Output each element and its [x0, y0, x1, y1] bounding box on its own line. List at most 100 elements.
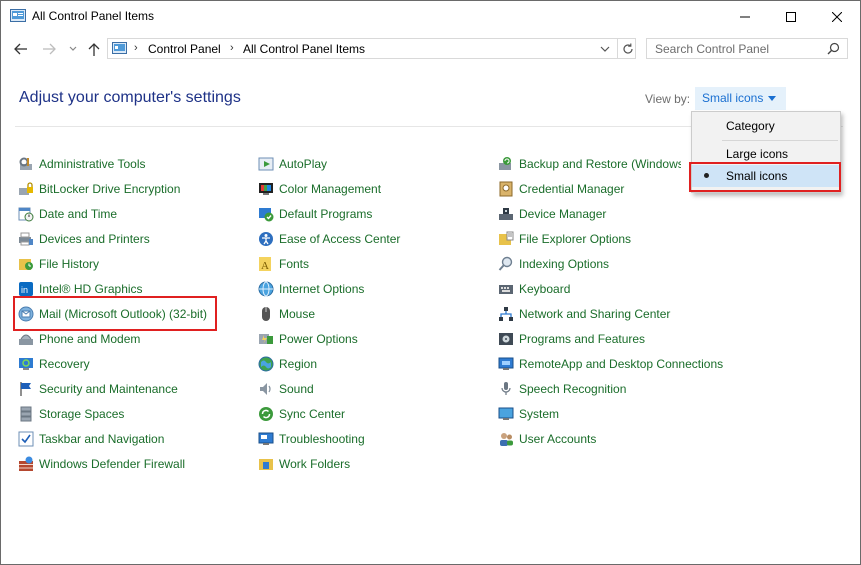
window-title: All Control Panel Items	[32, 9, 155, 23]
fonts-icon: A	[258, 256, 274, 272]
programs-features-icon	[498, 331, 514, 347]
item-backup-and-restore[interactable]: Backup and Restore (Windows 7)	[498, 154, 681, 174]
item-user-accounts[interactable]: User Accounts	[498, 429, 596, 449]
address-bar[interactable]: › Control Panel › All Control Panel Item…	[107, 38, 636, 59]
credential-manager-icon	[498, 181, 514, 197]
control-panel-icon	[112, 42, 127, 54]
back-arrow-icon	[14, 43, 27, 55]
item-fonts[interactable]: A Fonts	[258, 254, 309, 274]
breadcrumb-all-items[interactable]: All Control Panel Items	[243, 42, 365, 56]
item-file-explorer-options[interactable]: File Explorer Options	[498, 229, 631, 249]
close-icon	[832, 11, 842, 22]
svg-text:in: in	[21, 285, 28, 295]
item-storage-spaces[interactable]: Storage Spaces	[18, 404, 124, 424]
default-programs-icon	[258, 206, 274, 222]
ease-of-access-icon	[258, 231, 274, 247]
view-by-value: Small icons	[702, 91, 764, 105]
maximize-button[interactable]	[768, 1, 814, 32]
power-options-icon	[258, 331, 274, 347]
item-date-and-time[interactable]: Date and Time	[18, 204, 117, 224]
close-button[interactable]	[814, 1, 860, 32]
item-system[interactable]: System	[498, 404, 559, 424]
printer-icon	[18, 231, 34, 247]
item-file-history[interactable]: File History	[18, 254, 99, 274]
item-mouse[interactable]: Mouse	[258, 304, 315, 324]
autoplay-icon	[258, 156, 274, 172]
item-sound[interactable]: Sound	[258, 379, 314, 399]
minimize-icon	[740, 16, 750, 17]
network-icon	[498, 306, 514, 322]
back-button[interactable]	[11, 39, 31, 59]
user-accounts-icon	[498, 431, 514, 447]
item-windows-defender-firewall[interactable]: Windows Defender Firewall	[18, 454, 185, 474]
folder-options-icon	[498, 231, 514, 247]
item-work-folders[interactable]: Work Folders	[258, 454, 350, 474]
recent-locations-button[interactable]	[63, 39, 83, 59]
administrative-tools-icon	[18, 156, 34, 172]
title-bar[interactable]: All Control Panel Items	[1, 1, 860, 32]
svg-text:A: A	[261, 260, 269, 272]
flag-icon	[18, 381, 34, 397]
system-icon	[498, 406, 514, 422]
view-option-category[interactable]: Category	[692, 115, 840, 137]
item-devices-and-printers[interactable]: Devices and Printers	[18, 229, 150, 249]
item-default-programs[interactable]: Default Programs	[258, 204, 372, 224]
small-icons-highlight-box	[689, 162, 841, 192]
color-management-icon	[258, 181, 274, 197]
minimize-button[interactable]	[722, 1, 768, 32]
date-time-icon	[18, 206, 34, 222]
item-sync-center[interactable]: Sync Center	[258, 404, 345, 424]
view-by-dropdown[interactable]: Small icons	[695, 87, 786, 110]
item-network-and-sharing-center[interactable]: Network and Sharing Center	[498, 304, 670, 324]
item-bitlocker[interactable]: BitLocker Drive Encryption	[18, 179, 180, 199]
item-speech-recognition[interactable]: Speech Recognition	[498, 379, 626, 399]
item-keyboard[interactable]: Keyboard	[498, 279, 570, 299]
item-recovery[interactable]: Recovery	[18, 354, 90, 374]
sound-icon	[258, 381, 274, 397]
item-taskbar-and-navigation[interactable]: Taskbar and Navigation	[18, 429, 164, 449]
file-history-icon	[18, 256, 34, 272]
item-device-manager[interactable]: Device Manager	[498, 204, 606, 224]
search-icon[interactable]	[827, 42, 840, 55]
item-internet-options[interactable]: Internet Options	[258, 279, 364, 299]
chevron-down-icon	[600, 46, 610, 52]
control-panel-icon	[10, 9, 26, 22]
indexing-options-icon	[498, 256, 514, 272]
search-placeholder: Search Control Panel	[655, 42, 770, 56]
item-power-options[interactable]: Power Options	[258, 329, 358, 349]
caret-down-icon	[768, 96, 776, 101]
item-troubleshooting[interactable]: Troubleshooting	[258, 429, 365, 449]
maximize-icon	[786, 11, 796, 22]
region-icon	[258, 356, 274, 372]
item-color-management[interactable]: Color Management	[258, 179, 381, 199]
recovery-icon	[18, 356, 34, 372]
refresh-button[interactable]	[617, 39, 637, 58]
address-history-button[interactable]	[598, 42, 612, 56]
up-button[interactable]	[84, 39, 104, 59]
forward-button[interactable]	[39, 39, 59, 59]
item-remoteapp[interactable]: RemoteApp and Desktop Connections	[498, 354, 723, 374]
control-panel-window: All Control Panel Items › Control Panel …	[0, 0, 861, 565]
breadcrumb-control-panel[interactable]: Control Panel	[148, 42, 221, 56]
phone-modem-icon	[18, 331, 34, 347]
device-manager-icon	[498, 206, 514, 222]
keyboard-icon	[498, 281, 514, 297]
item-region[interactable]: Region	[258, 354, 317, 374]
remoteapp-icon	[498, 356, 514, 372]
breadcrumb-separator-icon[interactable]: ›	[134, 42, 138, 54]
item-administrative-tools[interactable]: Administrative Tools	[18, 154, 146, 174]
item-programs-and-features[interactable]: Programs and Features	[498, 329, 645, 349]
item-autoplay[interactable]: AutoPlay	[258, 154, 327, 174]
firewall-icon	[18, 456, 34, 472]
item-security-and-maintenance[interactable]: Security and Maintenance	[18, 379, 178, 399]
internet-options-icon	[258, 281, 274, 297]
search-input[interactable]: Search Control Panel	[646, 38, 848, 59]
item-indexing-options[interactable]: Indexing Options	[498, 254, 609, 274]
chevron-down-icon	[69, 46, 77, 51]
refresh-icon	[622, 43, 633, 54]
item-credential-manager[interactable]: Credential Manager	[498, 179, 624, 199]
item-ease-of-access-center[interactable]: Ease of Access Center	[258, 229, 400, 249]
breadcrumb-separator-icon[interactable]: ›	[230, 42, 234, 54]
item-phone-and-modem[interactable]: Phone and Modem	[18, 329, 140, 349]
taskbar-icon	[18, 431, 34, 447]
